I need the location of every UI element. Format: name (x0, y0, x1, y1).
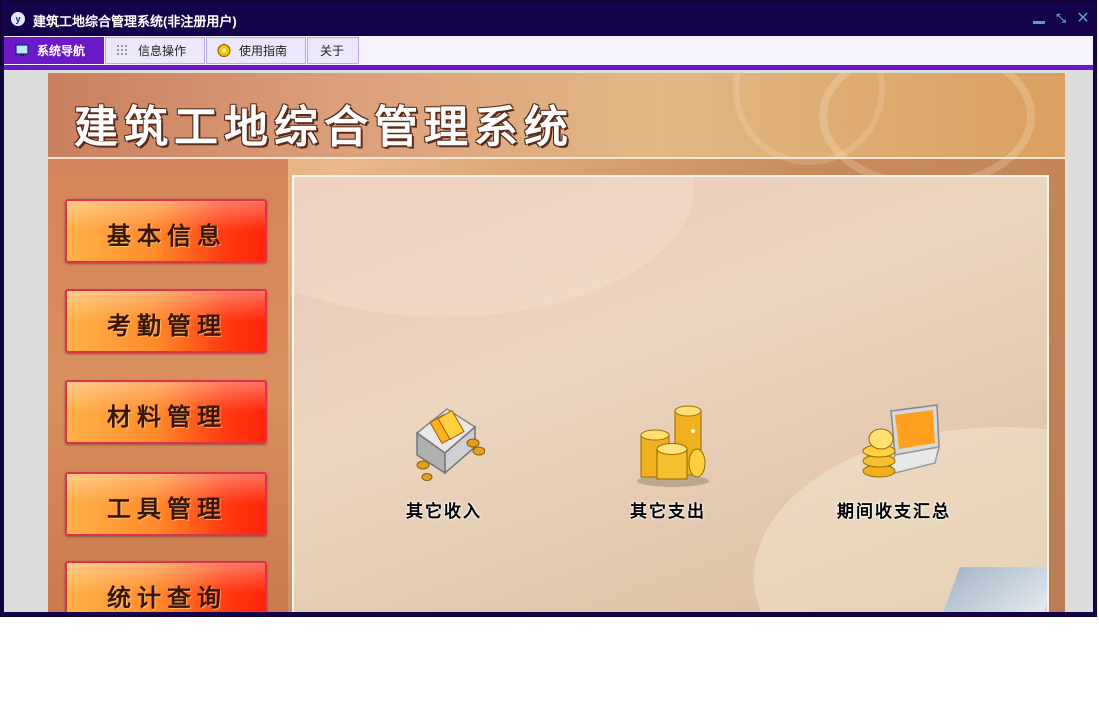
menu-button-label: 考勤管理 (107, 311, 227, 340)
tab-label: 使用指南 (239, 44, 288, 58)
help-disc-icon (217, 44, 231, 57)
minimize-icon[interactable] (1032, 11, 1046, 25)
tab-label: 关于 (320, 44, 345, 58)
function-label: 期间收支汇总 (837, 502, 951, 522)
coin-stack-icon (637, 405, 709, 487)
tab-bar: 系统导航 信息操作 使用指南 关于 (4, 36, 1093, 65)
banner-title: 建筑工地综合管理系统 (74, 102, 574, 153)
menu-button-tools[interactable]: 工具管理 (65, 472, 267, 536)
close-icon[interactable]: ✕ (1076, 10, 1090, 26)
menu-button-label: 统计查询 (107, 583, 227, 612)
laptop-coins-icon (862, 404, 941, 478)
function-period-summary[interactable]: 期间收支汇总 (824, 403, 964, 533)
function-other-income[interactable]: 其它收入 (374, 403, 514, 533)
tab-user-guide[interactable]: 使用指南 (206, 37, 306, 64)
tab-about[interactable]: 关于 (307, 37, 359, 64)
menu-button-label: 基本信息 (107, 221, 227, 250)
tab-label: 系统导航 (37, 44, 86, 58)
window-title: 建筑工地综合管理系统(非注册用户) (33, 14, 237, 29)
background-decoration (294, 177, 694, 317)
tab-label: 信息操作 (138, 44, 187, 58)
menu-button-label: 材料管理 (107, 402, 227, 431)
menu-button-statistics[interactable]: 统计查询 (65, 561, 267, 612)
app-logo-icon: y (11, 12, 25, 26)
tab-info-operation[interactable]: 信息操作 (105, 37, 205, 64)
menu-button-label: 工具管理 (107, 494, 227, 523)
navigation-panel: 建筑工地综合管理系统 基本信息 考勤管理 材料管理 工具管理 统计查询 其它收入… (48, 73, 1065, 612)
menu-button-attendance[interactable]: 考勤管理 (65, 289, 267, 353)
sidebar: 基本信息 考勤管理 材料管理 工具管理 统计查询 (48, 159, 288, 612)
menu-button-materials[interactable]: 材料管理 (65, 380, 267, 444)
monitor-icon (15, 44, 29, 56)
tab-system-navigation[interactable]: 系统导航 (4, 37, 104, 64)
title-bar[interactable]: y 建筑工地综合管理系统(非注册用户) ⤡ ✕ (1, 1, 1098, 37)
function-label: 其它支出 (630, 502, 706, 522)
function-other-expense[interactable]: 其它支出 (598, 403, 738, 533)
function-area: 其它收入 其它支出 期间收支汇总 (292, 175, 1049, 612)
menu-button-basic-info[interactable]: 基本信息 (65, 199, 267, 263)
grid-icon (117, 45, 127, 55)
function-label: 其它收入 (406, 502, 482, 522)
header-banner: 建筑工地综合管理系统 (48, 73, 1065, 189)
income-safe-icon (415, 408, 485, 481)
restore-icon[interactable]: ⤡ (1054, 11, 1068, 25)
